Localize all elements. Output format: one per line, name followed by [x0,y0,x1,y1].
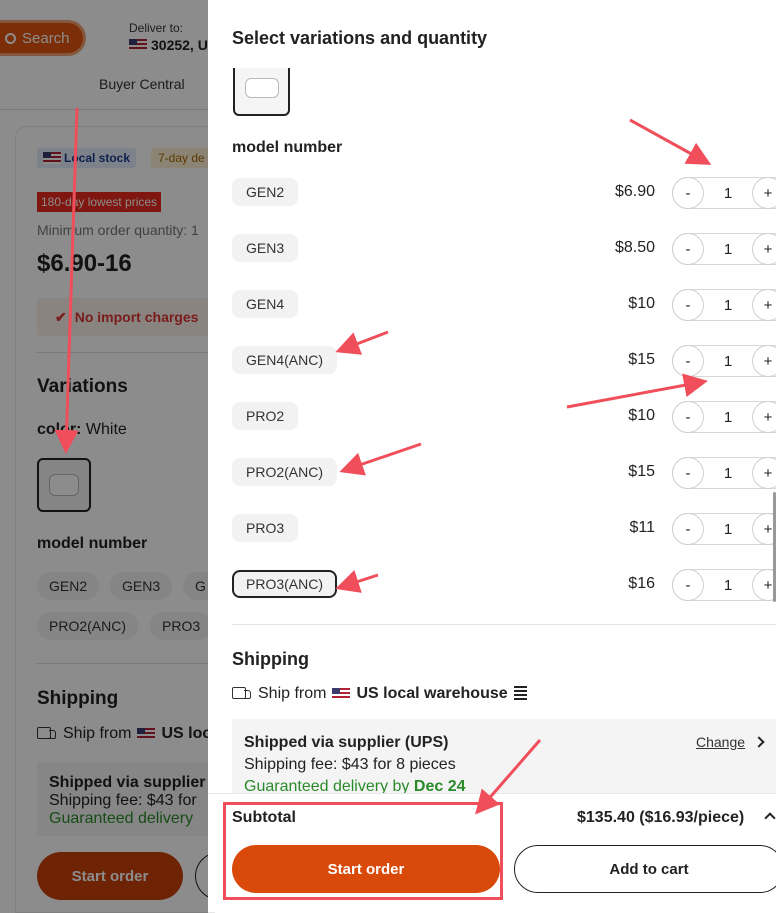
shipping-info-box: Shipped via supplier (UPS) Shipping fee:… [232,719,776,799]
variant-price: $10 [628,295,655,312]
variant-chip[interactable]: GEN4 [232,290,299,318]
quantity-stepper: -1 + [672,569,776,601]
warehouse-icon [513,686,527,702]
decrease-quantity-button[interactable]: - [672,513,704,545]
decrease-quantity-button[interactable]: - [672,289,704,321]
annotation-highlight-box [223,802,503,900]
shipping-method: Shipped via supplier (UPS) [244,734,449,751]
quantity-stepper: -1 + [672,401,776,433]
change-shipping-link[interactable]: Change [696,734,765,750]
variant-row: GEN3 $8.50-1 + [208,228,776,268]
us-flag-icon [332,688,351,700]
change-label: Change [696,734,746,750]
subtotal-value: $135.40 ($16.93/piece) [577,809,745,826]
variant-row: GEN4 $10-1 + [208,284,776,324]
variant-price: $15 [628,351,655,368]
decrease-quantity-button[interactable]: - [672,401,704,433]
variant-row: PRO3 $11 -1 + [208,508,776,548]
variant-price: $10 [628,407,655,424]
quantity-input[interactable]: 1 [705,570,751,600]
variant-row: PRO3(ANC) $16 -1 + [208,564,776,604]
quantity-stepper: -1 + [672,177,776,209]
increase-quantity-button[interactable]: + [752,289,776,321]
ship-from-value: US local warehouse [356,685,508,702]
variant-price: $16 [628,575,655,592]
quantity-input[interactable]: 1 [705,178,751,208]
quantity-input[interactable]: 1 [705,290,751,320]
variant-chip[interactable]: GEN3 [232,234,299,262]
quantity-stepper: -1 + [672,233,776,265]
variant-row: PRO2 $10-1 + [208,396,776,436]
increase-quantity-button[interactable]: + [752,401,776,433]
modal-title: Select variations and quantity [232,28,488,48]
increase-quantity-button[interactable]: + [752,233,776,265]
variant-price: $6.90 [614,183,655,200]
variations-modal: Select variations and quantity model num… [208,0,776,913]
variant-row: GEN2 $6.90-1 + [208,172,776,212]
add-to-cart-button[interactable]: Add to cart [514,845,776,893]
quantity-input[interactable]: 1 [705,514,751,544]
truck-icon [232,687,252,701]
decrease-quantity-button[interactable]: - [672,345,704,377]
variant-chip[interactable]: GEN2 [232,178,299,206]
variant-row: PRO2(ANC) $15-1 + [208,452,776,492]
variant-price: $11 [629,519,655,536]
variant-price: $15 [628,463,655,480]
quantity-stepper: -1 + [672,513,776,545]
quantity-input[interactable]: 1 [705,402,751,432]
quantity-stepper: -1 + [672,345,776,377]
increase-quantity-button[interactable]: + [752,345,776,377]
model-number-title: model number [232,139,343,156]
order-footer: Subtotal $135.40 ($16.93/piece) Start or… [208,793,776,913]
color-thumbnail-white[interactable] [233,68,290,116]
increase-quantity-button[interactable]: + [752,457,776,489]
chevron-up-icon[interactable] [764,812,776,824]
earbuds-case-image [244,78,279,98]
increase-quantity-button[interactable]: + [752,177,776,209]
variant-row: GEN4(ANC) $15-1 + [208,340,776,380]
variant-chip[interactable]: PRO2(ANC) [232,458,338,486]
quantity-input[interactable]: 1 [705,458,751,488]
quantity-stepper: -1 + [672,289,776,321]
modal-backdrop[interactable] [0,0,208,913]
decrease-quantity-button[interactable]: - [672,177,704,209]
variant-price: $8.50 [614,239,655,256]
quantity-stepper: -1 + [672,457,776,489]
decrease-quantity-button[interactable]: - [672,457,704,489]
variant-chip[interactable]: PRO2 [232,402,299,430]
variant-chip[interactable]: PRO3 [232,514,299,542]
decrease-quantity-button[interactable]: - [672,233,704,265]
ship-from: Ship from US local warehouse [232,685,527,703]
divider [232,624,776,625]
ship-from-prefix: Ship from [258,685,327,702]
decrease-quantity-button[interactable]: - [672,569,704,601]
shipping-fee: Shipping fee: $43 for 8 pieces [244,756,456,773]
variant-chip[interactable]: GEN4(ANC) [232,346,338,374]
quantity-input[interactable]: 1 [705,346,751,376]
shipping-title: Shipping [232,649,309,669]
variant-chip[interactable]: PRO3(ANC) [232,570,338,598]
quantity-input[interactable]: 1 [705,234,751,264]
chevron-right-icon [753,736,765,748]
